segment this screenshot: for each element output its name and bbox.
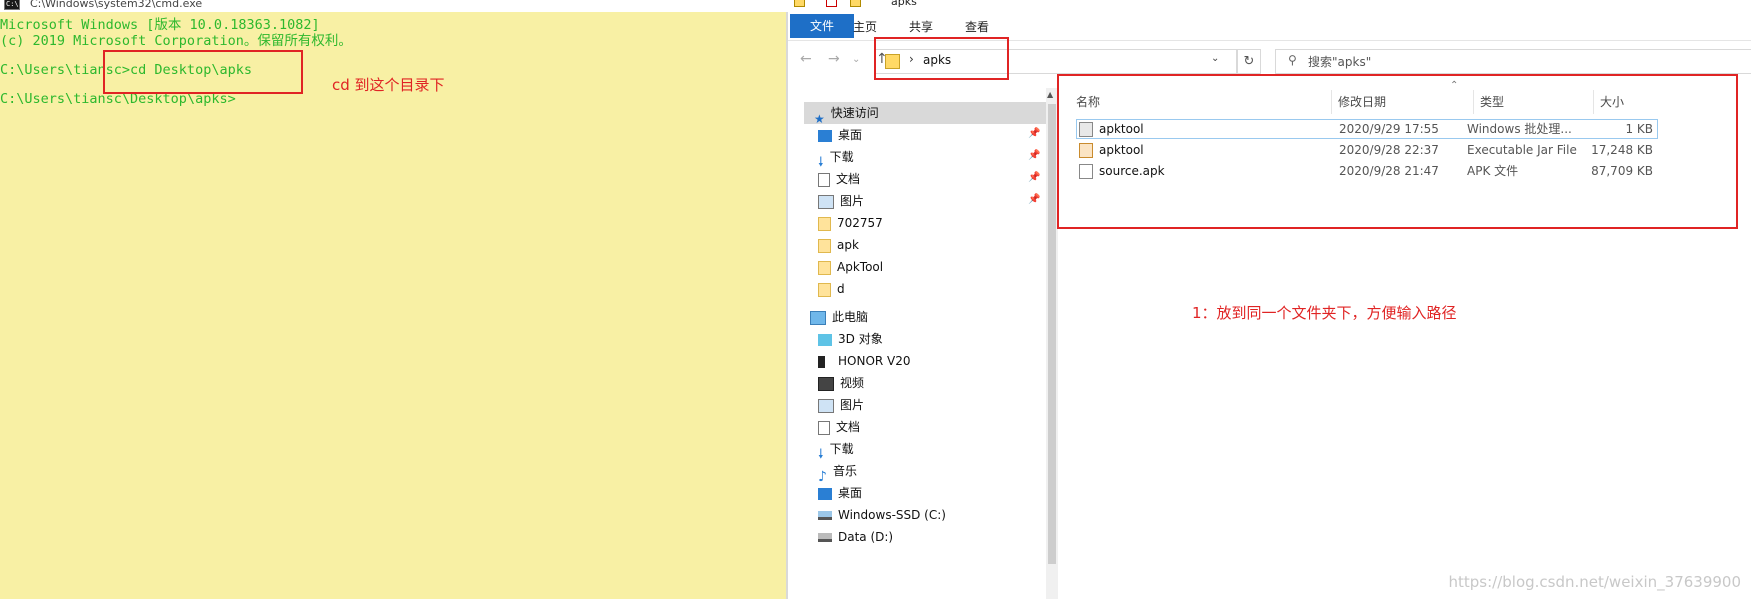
star-icon: ★	[814, 111, 825, 126]
video-icon	[818, 376, 834, 391]
nav-item-pictures[interactable]: 图片	[818, 394, 864, 416]
explorer-titlebar[interactable]: apks	[788, 0, 1751, 10]
nav-label: 此电脑	[832, 310, 869, 324]
nav-item-3d-objects[interactable]: 3D 对象	[818, 328, 883, 350]
nav-label: 视频	[840, 376, 865, 390]
cmd-output-line: (c) 2019 Microsoft Corporation。保留所有权利。	[0, 33, 352, 49]
phone-icon	[818, 355, 825, 368]
nav-label: 下载	[829, 150, 854, 164]
cmd-window[interactable]: C:\Windows\system32\cmd.exe Microsoft Wi…	[0, 0, 788, 599]
drive-c-icon	[818, 511, 832, 520]
nav-item-folder[interactable]: d	[818, 278, 845, 300]
pin-icon[interactable]: 📌	[1028, 172, 1040, 183]
folder-icon	[818, 260, 831, 275]
pin-icon[interactable]: 📌	[1028, 150, 1040, 161]
tab-home[interactable]: 主页	[841, 18, 889, 36]
nav-this-pc[interactable]: 此电脑	[810, 306, 868, 328]
nav-label: apk	[837, 238, 859, 252]
files-annotation: 1：放到同一个文件夹下，方便输入路径	[1192, 304, 1457, 322]
nav-item-desktop[interactable]: 桌面	[818, 124, 862, 146]
nav-item-music[interactable]: ♪ 音乐	[818, 460, 857, 485]
folder-icon	[794, 0, 805, 7]
nav-label: 文档	[836, 172, 861, 186]
folder-icon	[818, 238, 831, 253]
cmd-window-title: C:\Windows\system32\cmd.exe	[30, 0, 203, 10]
pin-icon[interactable]: 📌	[1028, 194, 1040, 205]
tab-share[interactable]: 共享	[897, 18, 945, 36]
drive-icon	[818, 533, 832, 542]
nav-label: 桌面	[838, 486, 863, 500]
document-icon	[818, 172, 830, 187]
nav-label: d	[837, 282, 845, 296]
forward-button[interactable]: →	[828, 51, 840, 67]
nav-item-folder[interactable]: 702757	[818, 212, 883, 234]
desktop-icon	[818, 129, 832, 142]
3d-objects-icon	[818, 333, 832, 346]
cmd-highlight-box	[103, 50, 303, 94]
recent-locations-button[interactable]: ⌄	[852, 54, 860, 65]
files-highlight-box	[1057, 74, 1738, 229]
nav-item-drive-d[interactable]: Data (D:)	[818, 526, 893, 548]
nav-item-videos[interactable]: 视频	[818, 372, 864, 394]
cmd-app-icon	[4, 0, 20, 10]
explorer-window[interactable]: apks 文件 主页 共享 查看 ← → ⌄ ↑ › apks ⌄ ↻ ⚲ ★快…	[788, 0, 1751, 599]
pin-icon[interactable]: 📌	[1028, 128, 1040, 139]
nav-label: 文档	[836, 420, 861, 434]
nav-label: Data (D:)	[838, 530, 894, 544]
nav-label: 3D 对象	[838, 332, 883, 346]
folder-icon	[818, 282, 831, 297]
back-button[interactable]: ←	[800, 51, 812, 67]
address-highlight-box	[874, 37, 1009, 80]
picture-icon	[818, 194, 834, 209]
nav-label: 图片	[840, 398, 865, 412]
scroll-up-icon[interactable]: ▲	[1047, 90, 1053, 99]
nav-item-phone[interactable]: HONOR V20	[818, 350, 911, 372]
navigation-pane[interactable]: ★ 快速访问 桌面 🠗 下载 文档 图片 📌 📌 📌 📌 702757 apk Ap…	[788, 88, 1050, 599]
music-icon: ♪	[818, 468, 827, 485]
nav-item-desktop[interactable]: 桌面	[818, 482, 862, 504]
scrollbar-thumb[interactable]	[1048, 104, 1056, 564]
nav-item-downloads[interactable]: 🠗 下载	[818, 146, 854, 170]
nav-item-documents[interactable]: 文档	[818, 168, 860, 190]
nav-label: HONOR V20	[838, 354, 911, 368]
search-input[interactable]	[1306, 51, 1730, 73]
desktop-icon	[818, 487, 832, 500]
nav-label: 音乐	[832, 464, 857, 478]
cmd-titlebar[interactable]: C:\Windows\system32\cmd.exe	[0, 0, 788, 12]
explorer-window-title: apks	[891, 0, 917, 8]
refresh-button[interactable]: ↻	[1237, 49, 1261, 74]
document-icon	[818, 420, 830, 435]
nav-label: 图片	[840, 194, 865, 208]
properties-icon[interactable]	[826, 0, 837, 7]
nav-label: 桌面	[838, 128, 863, 142]
chevron-down-icon[interactable]: ⌄	[1211, 53, 1219, 64]
nav-item-pictures[interactable]: 图片	[818, 190, 864, 212]
folder-icon	[818, 216, 831, 231]
nav-label: 702757	[837, 216, 883, 230]
download-icon: 🠗	[818, 446, 824, 462]
nav-item-folder[interactable]: ApkTool	[818, 256, 883, 278]
picture-icon	[818, 398, 834, 413]
download-icon: 🠗	[818, 154, 824, 170]
watermark: https://blog.csdn.net/weixin_37639900	[1448, 573, 1741, 591]
cmd-output-line: Microsoft Windows [版本 10.0.18363.1082]	[0, 17, 320, 33]
nav-item-documents[interactable]: 文档	[818, 416, 860, 438]
nav-label: Windows-SSD (C:)	[838, 508, 946, 522]
new-folder-icon[interactable]	[850, 0, 861, 7]
nav-label: 快速访问	[830, 106, 879, 120]
search-icon: ⚲	[1288, 53, 1297, 67]
cmd-annotation: cd 到这个目录下	[332, 76, 445, 94]
nav-item-downloads[interactable]: 🠗 下载	[818, 438, 854, 462]
tab-view[interactable]: 查看	[953, 18, 1001, 36]
nav-item-drive-c[interactable]: Windows-SSD (C:)	[818, 504, 946, 526]
nav-label: 下载	[829, 442, 854, 456]
search-box[interactable]: ⚲	[1275, 49, 1751, 74]
nav-label: ApkTool	[837, 260, 884, 274]
nav-quick-access[interactable]: ★ 快速访问	[804, 102, 1046, 126]
computer-icon	[810, 310, 826, 325]
nav-item-folder[interactable]: apk	[818, 234, 859, 256]
